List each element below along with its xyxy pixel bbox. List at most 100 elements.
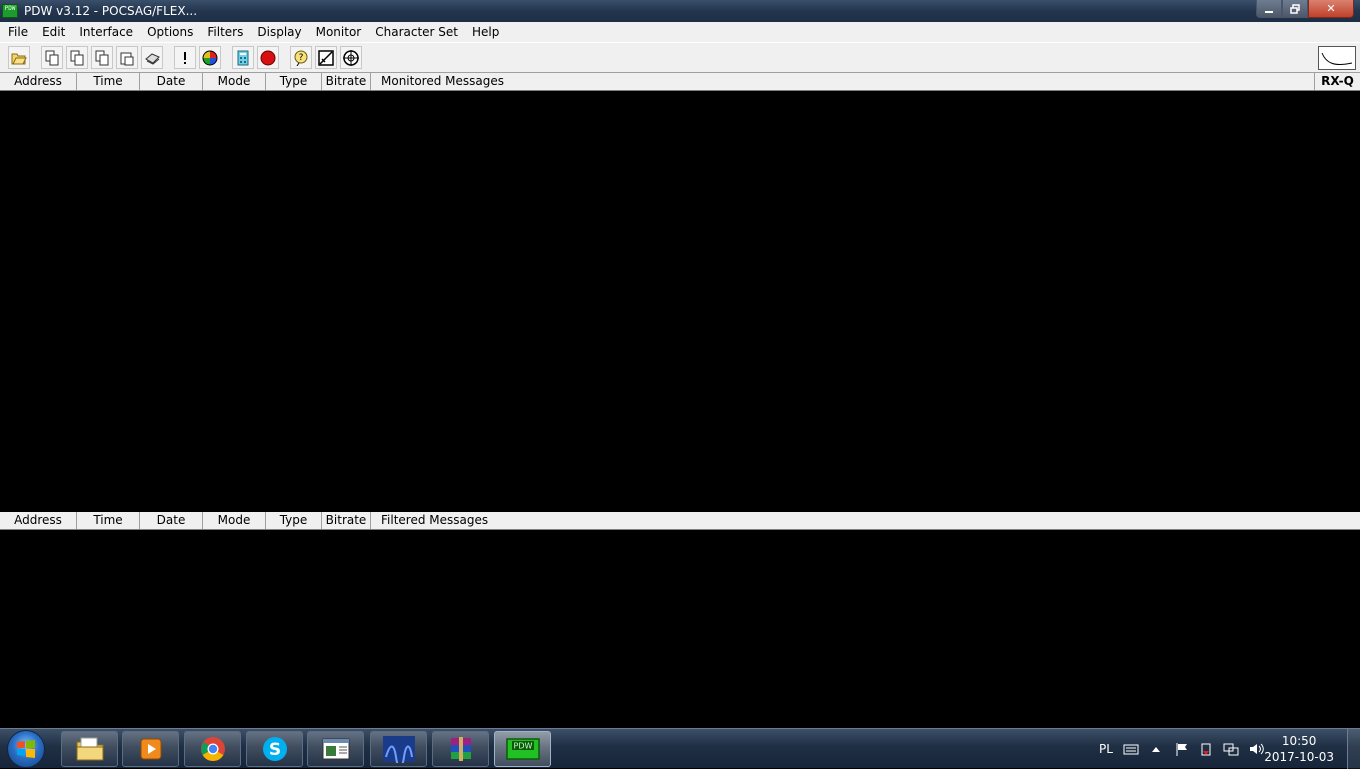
column-address[interactable]: Address: [0, 73, 77, 90]
close-icon: ✕: [1326, 2, 1336, 15]
column-filtered-messages[interactable]: Filtered Messages: [371, 512, 1071, 529]
language-indicator[interactable]: PL: [1099, 742, 1113, 756]
svg-text:?: ?: [299, 53, 304, 63]
monitored-column-header: Address Time Date Mode Type Bitrate Moni…: [0, 73, 1360, 91]
filtered-messages-pane[interactable]: [0, 530, 1360, 728]
menu-interface[interactable]: Interface: [72, 22, 140, 42]
clock-time: 10:50: [1281, 734, 1317, 748]
pdw-icon: PDW: [505, 738, 540, 760]
column-mode[interactable]: Mode: [203, 512, 266, 529]
copy-button-1[interactable]: [41, 46, 63, 69]
rx-q-label: RX-Q: [1314, 73, 1360, 90]
alert-icon: [184, 51, 186, 64]
paste-button[interactable]: [116, 46, 138, 69]
column-monitored-messages[interactable]: Monitored Messages: [371, 73, 1071, 90]
menu-character-set[interactable]: Character Set: [368, 22, 465, 42]
column-type[interactable]: Type: [266, 512, 322, 529]
help-icon: ?: [294, 50, 308, 66]
column-date[interactable]: Date: [140, 73, 203, 90]
menu-options[interactable]: Options: [140, 22, 200, 42]
calculator-button[interactable]: [232, 46, 254, 69]
show-hidden-icons-icon[interactable]: [1151, 745, 1161, 753]
menu-file[interactable]: File: [0, 22, 35, 42]
keyboard-icon[interactable]: [1123, 743, 1139, 755]
power-warning-icon[interactable]: [1199, 742, 1213, 756]
copy-icon: [45, 50, 59, 65]
blue-app-icon: [382, 736, 415, 763]
copy-icon: [95, 50, 109, 65]
taskbar-pdw[interactable]: PDW: [494, 731, 551, 767]
open-button[interactable]: [8, 46, 30, 69]
copy-button-2[interactable]: [66, 46, 88, 69]
window-app-icon: [322, 738, 349, 760]
open-folder-icon: [11, 53, 27, 64]
menu-monitor[interactable]: Monitor: [309, 22, 369, 42]
graph-icon: [318, 49, 334, 66]
taskbar-winrar[interactable]: [432, 731, 489, 767]
column-time[interactable]: Time: [77, 73, 140, 90]
print-button[interactable]: [141, 46, 163, 69]
winrar-icon: [450, 737, 471, 761]
record-button[interactable]: [257, 46, 279, 69]
close-button[interactable]: ✕: [1308, 0, 1354, 18]
restore-button[interactable]: [1282, 0, 1308, 18]
column-address[interactable]: Address: [0, 512, 77, 529]
color-button[interactable]: [199, 46, 221, 69]
taskbar-file-explorer[interactable]: [61, 731, 118, 767]
column-mode[interactable]: Mode: [203, 73, 266, 90]
restore-icon: [1290, 3, 1300, 14]
taskbar-chrome[interactable]: [184, 731, 241, 767]
help-button[interactable]: ?: [290, 46, 312, 69]
calculator-icon: [237, 50, 249, 65]
menu-filters[interactable]: Filters: [200, 22, 250, 42]
taskbar-skype[interactable]: S: [246, 731, 303, 767]
toolbar: ?: [0, 42, 1360, 73]
copy-icon: [70, 50, 84, 65]
svg-text:S: S: [268, 740, 280, 760]
minimize-icon: [1265, 10, 1273, 13]
menu-bar: File Edit Interface Options Filters Disp…: [0, 22, 1360, 43]
show-desktop-button[interactable]: [1347, 729, 1360, 769]
minimize-button[interactable]: [1256, 0, 1282, 18]
target-icon: [343, 49, 359, 66]
taskbar-media-player[interactable]: [122, 731, 179, 767]
volume-icon[interactable]: [1249, 742, 1265, 756]
column-bitrate[interactable]: Bitrate: [322, 512, 371, 529]
system-tray: PL: [1099, 729, 1265, 769]
print-icon: [145, 52, 160, 65]
menu-edit[interactable]: Edit: [35, 22, 72, 42]
graph-button[interactable]: [315, 46, 337, 69]
action-center-flag-icon[interactable]: [1175, 742, 1189, 756]
folder-icon: [76, 737, 103, 761]
taskbar: S PDW PL 10:50 2017-10-03: [0, 728, 1360, 769]
menu-display[interactable]: Display: [250, 22, 308, 42]
windows-logo-icon: [17, 740, 35, 758]
column-date[interactable]: Date: [140, 512, 203, 529]
paste-icon: [120, 52, 134, 65]
pdw-app-icon: PDW: [2, 4, 18, 18]
skype-icon: S: [262, 737, 287, 761]
window-title: PDW v3.12 - POCSAG/FLEX...: [24, 4, 198, 18]
clock[interactable]: 10:50 2017-10-03: [1264, 733, 1334, 765]
taskbar-notepad[interactable]: [307, 731, 364, 767]
copy-button-3[interactable]: [91, 46, 113, 69]
column-type[interactable]: Type: [266, 73, 322, 90]
menu-help[interactable]: Help: [465, 22, 506, 42]
target-button[interactable]: [340, 46, 362, 69]
filtered-column-header: Address Time Date Mode Type Bitrate Filt…: [0, 512, 1360, 530]
pdw-icon-label: PDW: [513, 742, 532, 751]
network-icon[interactable]: [1223, 742, 1239, 756]
signal-meter-icon: [1321, 52, 1353, 66]
record-icon: [260, 50, 276, 65]
rx-q-meter: [1318, 46, 1356, 70]
taskbar-app-blue[interactable]: [370, 731, 427, 767]
monitored-messages-pane[interactable]: [0, 91, 1360, 512]
clock-date: 2017-10-03: [1264, 750, 1334, 764]
chrome-icon: [200, 737, 225, 762]
title-bar: PDW PDW v3.12 - POCSAG/FLEX... ✕: [0, 0, 1360, 22]
alert-button[interactable]: [174, 46, 196, 69]
column-bitrate[interactable]: Bitrate: [322, 73, 371, 90]
start-button[interactable]: [7, 730, 45, 768]
media-player-icon: [140, 738, 161, 760]
column-time[interactable]: Time: [77, 512, 140, 529]
